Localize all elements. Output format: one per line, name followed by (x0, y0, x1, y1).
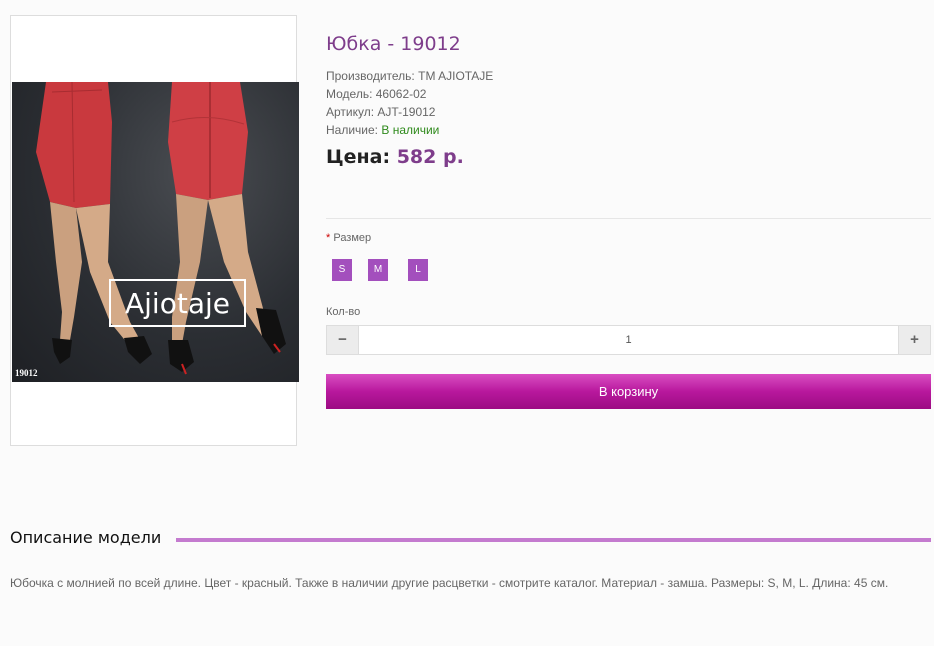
size-option-label: * Размер (326, 232, 371, 244)
brand-logo: Ajiotaje (109, 279, 246, 327)
quantity-label: Кол-во (326, 306, 361, 318)
price: Цена: 582 р. (326, 146, 464, 168)
skirt-photo-illustration (36, 82, 286, 375)
size-option-m[interactable]: M (368, 259, 388, 281)
availability-value: В наличии (381, 123, 440, 137)
product-photo[interactable]: Ajiotaje 19012 (12, 82, 299, 382)
availability-row: Наличие: В наличии (326, 121, 493, 139)
quantity-stepper: − 1 + (326, 325, 931, 355)
manufacturer-row: Производитель: TM AJIOTAJE (326, 67, 493, 85)
minus-icon[interactable]: − (327, 326, 359, 354)
product-specs: Производитель: TM AJIOTAJE Модель: 46062… (326, 67, 493, 139)
quantity-input[interactable]: 1 (359, 326, 898, 354)
divider (326, 218, 931, 219)
model-value: 46062-02 (375, 87, 427, 101)
product-title: Юбка - 19012 (326, 33, 461, 55)
article-label: Артикул: (326, 105, 375, 119)
size-option-l[interactable]: L (408, 259, 428, 281)
plus-icon[interactable]: + (898, 326, 930, 354)
model-label: Модель: (326, 87, 373, 101)
model-row: Модель: 46062-02 (326, 85, 493, 103)
manufacturer-label: Производитель: (326, 69, 415, 83)
size-label-text: Размер (333, 232, 372, 244)
add-to-cart-button[interactable]: В корзину (326, 374, 931, 409)
description-heading: Описание модели (10, 528, 162, 547)
article-row: Артикул: AJT-19012 (326, 103, 493, 121)
product-image-frame[interactable]: Ajiotaje 19012 (10, 15, 299, 446)
price-label: Цена: (326, 146, 391, 168)
manufacturer-value[interactable]: TM AJIOTAJE (418, 69, 493, 83)
availability-label: Наличие: (326, 123, 379, 137)
article-value: AJT-19012 (377, 105, 436, 119)
required-mark: * (326, 232, 331, 244)
description-text: Юбочка с молнией по всей длине. Цвет - к… (10, 576, 889, 590)
photo-sku-tag: 19012 (15, 368, 38, 378)
size-option-s[interactable]: S (332, 259, 352, 281)
price-value: 582 р. (396, 146, 464, 168)
description-heading-line (176, 538, 931, 542)
